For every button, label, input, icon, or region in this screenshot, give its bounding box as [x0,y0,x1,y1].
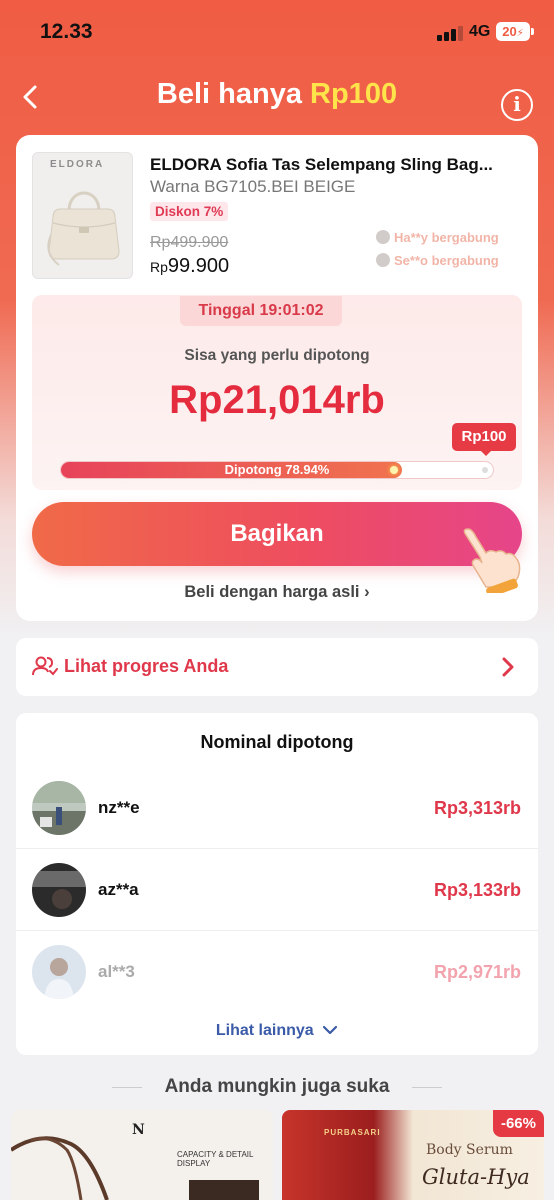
contributors-card: Nominal dipotong nz**e Rp3,313rb az**a R… [16,713,538,1055]
status-bar: 12.33 4G 20⚡ [0,0,554,60]
page-title-text: Beli hanya [156,78,311,110]
network-label: 4G [469,23,491,40]
recommendations-title: Anda mungkin juga suka [164,1076,390,1097]
bag-icon [47,191,120,266]
contributor-row: az**a Rp3,133rb [16,849,538,931]
sale-amount: 99.900 [167,255,230,277]
page-title-price: Rp100 [310,78,398,110]
discount-badge: Diskon 7% [150,202,229,221]
remain-amount: Rp21,014rb [169,378,385,422]
joined-text: Se**o bergabung [394,252,499,268]
see-more-label: Lihat lainnya [215,1022,314,1039]
countdown-timer: Tinggal 19:01:02 [180,296,342,326]
joined-item: Se**o bergabung [376,250,499,270]
contributor-name: az**a [98,880,139,899]
sale-price: Rp99.900 [150,255,229,278]
recommendation-card[interactable]: N CAPACITY & DETAIL DISPLAY [11,1110,273,1200]
progress-label: Dipotong 78.94% [224,462,330,477]
contributors-title: Nominal dipotong [200,732,354,752]
joined-avatar [376,230,390,244]
contributor-amount: Rp3,133rb [433,880,521,900]
joined-avatar [376,253,390,267]
joined-item: Ha**y bergabung [376,227,499,247]
share-button[interactable]: Bagikan [32,502,522,566]
signal-icon [437,25,465,41]
target-price-badge: Rp100 [452,423,516,456]
joined-text: Ha**y bergabung [394,229,499,245]
users-icon [32,656,58,676]
joined-list: Ha**y bergabung Se**o bergabung [376,227,499,273]
discount-badge: -66% [492,1110,544,1137]
avatar [32,945,86,999]
battery-tip [531,28,534,35]
status-time: 12.33 [40,20,93,43]
battery-level: 20 [502,24,517,39]
info-icon[interactable]: i [501,89,533,121]
product-title: Gluta-Hya [422,1165,530,1189]
avatar [32,781,86,835]
contributor-row: nz**e Rp3,313rb [16,767,538,849]
product-image[interactable]: ELDORA [32,152,133,279]
chevron-right-small-icon: › [364,583,370,601]
chevron-right-icon [502,657,514,677]
contributor-name: al**3 [98,962,135,981]
chevron-down-icon [323,1026,338,1035]
brand-logo: ELDORA [50,159,105,170]
brand-logo: N [132,1122,145,1138]
page-title: Beli hanya Rp100 [0,78,554,111]
battery-icon: 20⚡ [496,22,530,41]
buy-original-label: Beli dengan harga asli [184,583,360,601]
progress-bar: Dipotong 78.94% [60,461,494,479]
contributor-row: al**3 Rp2,971rb [16,931,538,1013]
product-name[interactable]: ELDORA Sofia Tas Selempang Sling Bag... [150,155,530,175]
recommendation-caption: CAPACITY & DETAIL DISPLAY [177,1150,254,1168]
remain-label: Sisa yang perlu dipotong [184,347,370,364]
recommendation-card[interactable]: PURBASARI -66% Body Serum Gluta-Hya [282,1110,544,1200]
divider [412,1087,442,1088]
product-brand: PURBASARI [324,1128,381,1137]
view-progress-row[interactable]: Lihat progres Anda [16,638,538,696]
contributor-amount: Rp2,971rb [433,962,521,982]
product-variant: Warna BG7105.BEI BEIGE [150,177,356,196]
product-subtitle: Body Serum [426,1142,513,1158]
see-more-link[interactable]: Lihat lainnya [16,1022,538,1040]
avatar [32,863,86,917]
original-price: Rp499.900 [150,234,229,251]
product-card: ELDORA ELDORA Sofia Tas Selempang Sling … [16,135,538,621]
sale-currency: Rp [150,259,168,275]
buy-original-price-link[interactable]: Beli dengan harga asli › [16,583,538,602]
contributor-name: nz**e [98,798,140,817]
view-progress-label: Lihat progres Anda [64,656,229,676]
contributor-amount: Rp3,313rb [433,798,521,818]
recommendations-header: Anda mungkin juga suka [0,1076,554,1100]
